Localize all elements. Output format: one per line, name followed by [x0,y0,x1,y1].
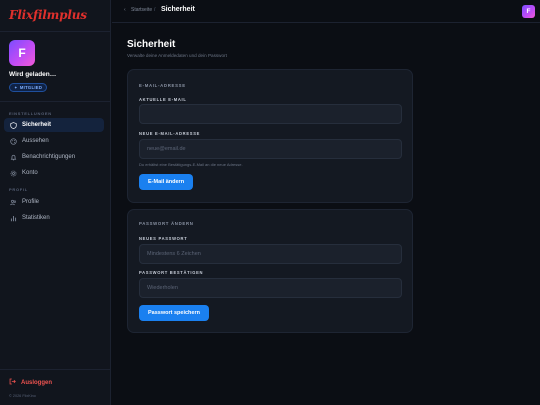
sidebar-item-label: Aussehen [22,138,49,144]
sidebar-item-account[interactable]: Konto [4,166,104,180]
sidebar-item-statistics[interactable]: Statistiken [4,211,104,225]
page-subtitle: Verwalte deine Anmeldedaten und dein Pas… [127,53,227,58]
member-badge-label: MITGLIED [19,85,43,90]
sidebar-item-label: Statistiken [22,215,50,221]
logout-button[interactable]: Ausloggen [9,378,52,387]
bell-icon [10,154,17,161]
password-card: PASSWORT ÄNDERN NEUES PASSWORT PASSWORT … [127,209,413,333]
sidebar-divider [0,31,111,32]
section-label-settings: EINSTELLUNGEN [9,111,52,116]
sidebar-divider [0,101,111,102]
page-title: Sicherheit [127,39,176,50]
sidebar-item-label: Benachrichtigungen [22,154,76,160]
app-logo[interactable]: Flixfilmplus [9,8,87,22]
star-icon: ✦ [14,85,18,90]
user-name: Wird geladen… [9,71,57,78]
change-email-button[interactable]: E-Mail ändern [139,174,194,190]
save-password-button[interactable]: Passwort speichern [139,305,209,321]
new-email-label: NEUE E-MAIL-ADRESSE [139,131,201,136]
copyright: © 2026 FlixKino [9,394,36,398]
logout-icon [9,378,16,387]
password-card-title: PASSWORT ÄNDERN [139,221,194,226]
new-password-input[interactable] [139,244,402,264]
sidebar: Flixfilmplus F Wird geladen… ✦ MITGLIED … [0,0,111,405]
profile-avatar-button[interactable]: F [522,5,535,18]
confirm-password-label: PASSWORT BESTÄTIGEN [139,270,204,275]
new-password-label: NEUES PASSWORT [139,236,188,241]
member-badge: ✦ MITGLIED [9,83,48,92]
email-card: E-MAIL-ADRESSE AKTUELLE E-MAIL NEUE E-MA… [127,69,413,203]
breadcrumb-current: Sicherheit [161,6,195,13]
sidebar-item-appearance[interactable]: Aussehen [4,134,104,148]
back-chevron-icon[interactable]: ‹ [124,7,126,13]
sidebar-item-profiles[interactable]: Profile [4,195,104,209]
sidebar-item-label: Konto [22,170,38,176]
sidebar-item-label: Profile [22,199,40,205]
breadcrumb-separator: / [154,7,156,13]
topbar: ‹ Startseite / Sicherheit F [112,0,540,23]
sidebar-item-label: Sicherheit [22,122,52,128]
shield-icon [10,121,17,129]
users-icon [10,199,17,206]
sidebar-item-notifications[interactable]: Benachrichtigungen [4,150,104,164]
current-email-label: AKTUELLE E-MAIL [139,97,187,102]
section-label-profile: PROFIL [9,187,28,192]
bar-chart-icon [10,215,17,222]
email-hint: Du erhältst eine Bestätigungs-E-Mail an … [139,162,243,167]
email-card-title: E-MAIL-ADRESSE [139,83,186,88]
breadcrumb-home-link[interactable]: Startseite [131,7,152,13]
palette-icon [10,137,17,145]
sidebar-item-security[interactable]: Sicherheit [4,118,104,132]
sidebar-divider [0,369,111,370]
new-email-input[interactable] [139,139,402,159]
confirm-password-input[interactable] [139,278,402,298]
logout-label: Ausloggen [21,379,52,386]
user-avatar[interactable]: F [9,40,35,66]
current-email-field[interactable] [139,104,402,124]
gear-icon [10,170,17,177]
